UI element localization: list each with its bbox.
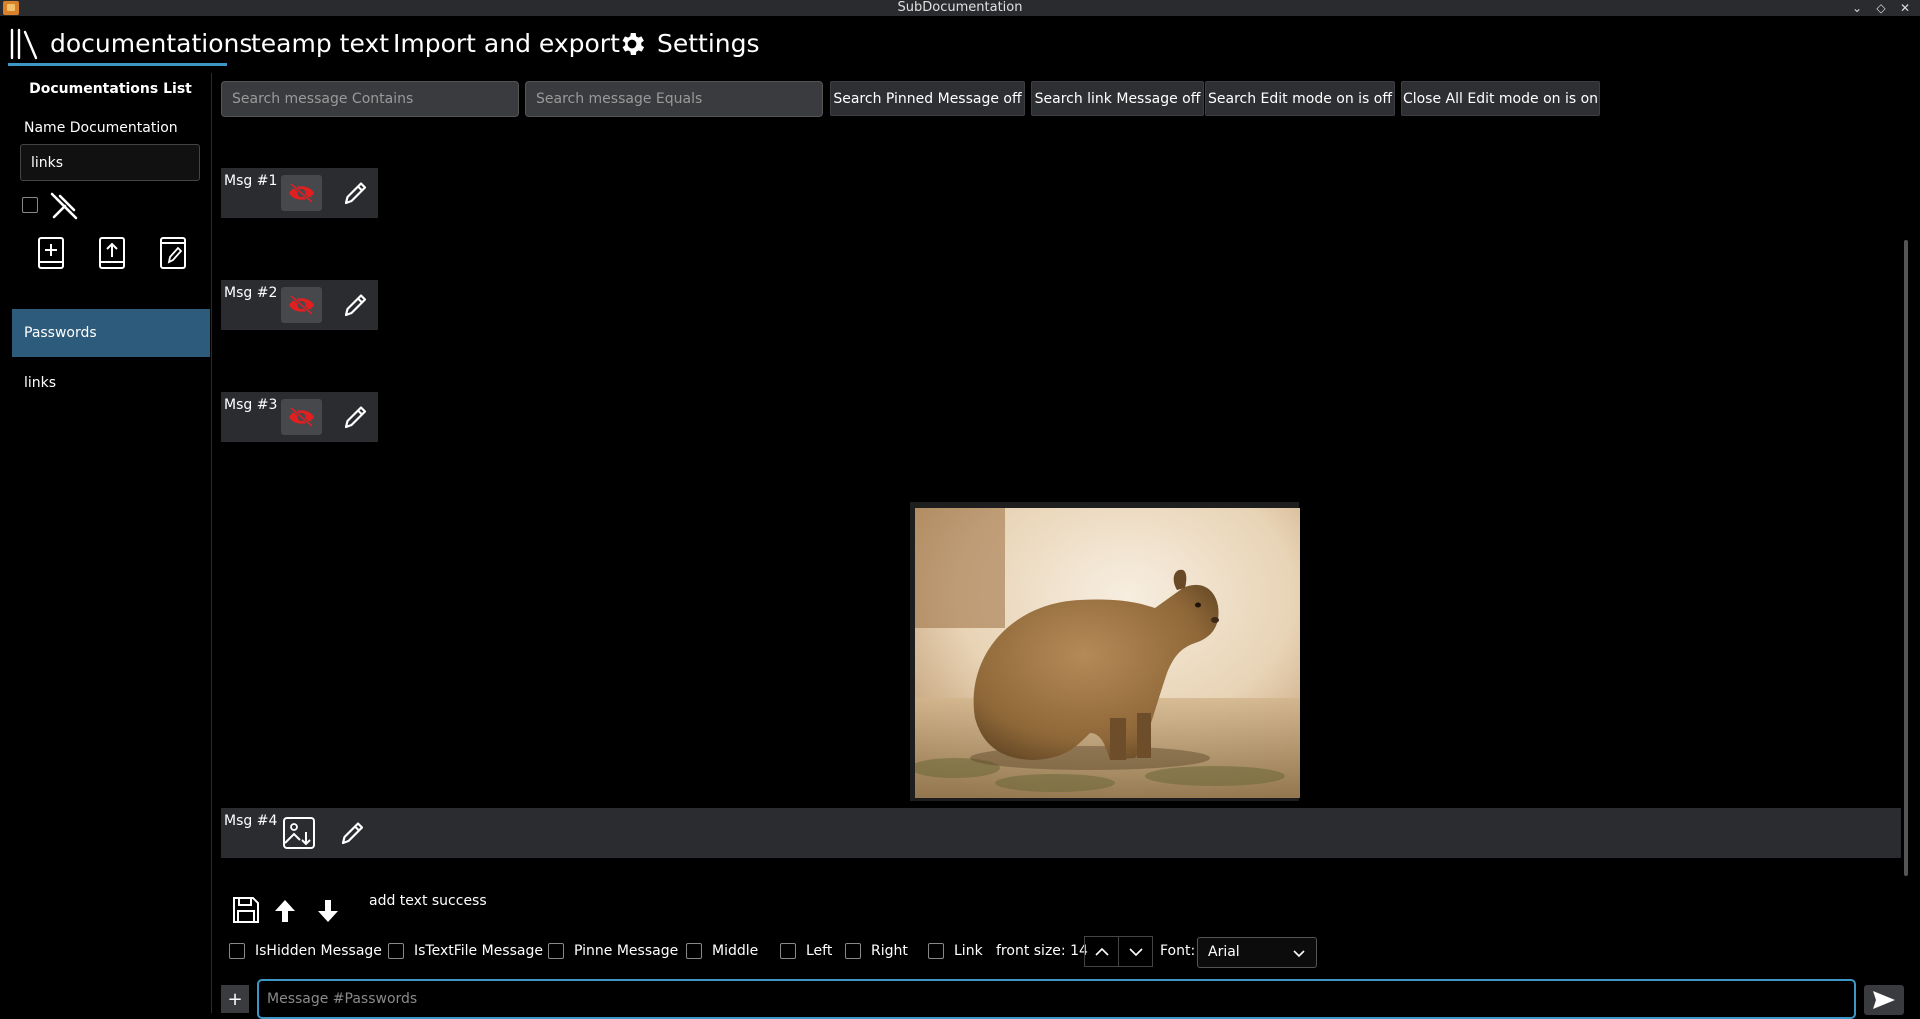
option-pinne[interactable]: Pinne Message [548,941,678,961]
message-label: Msg #2 [224,285,278,301]
sidebar-title: Documentations List [29,81,192,97]
hide-message-button[interactable] [281,399,322,435]
active-tab-indicator [8,63,227,66]
pin-filter-checkbox[interactable] [22,197,38,213]
tab-import-export[interactable]: Import and export [393,24,620,64]
eye-off-icon [289,406,314,428]
message-card: Msg #3 [221,392,378,442]
option-middle[interactable]: Middle [686,941,758,961]
eye-off-icon [289,182,314,204]
option-link[interactable]: Link [928,941,983,961]
messages-scrollbar[interactable] [1904,240,1908,876]
message-input[interactable] [257,979,1856,1019]
name-documentation-input[interactable] [20,144,200,181]
font-select-value: Arial [1208,944,1240,960]
name-documentation-label: Name Documentation [24,120,178,136]
search-equals-input[interactable] [525,81,823,117]
middle-checkbox[interactable] [686,943,702,959]
option-left[interactable]: Left [780,941,832,961]
option-is-hidden[interactable]: IsHidden Message [229,941,382,961]
window-title: SubDocumentation [897,0,1023,15]
message-label: Msg #1 [224,173,278,189]
minimize-icon[interactable]: ⌄ [1849,0,1865,16]
option-right[interactable]: Right [845,941,908,961]
add-documentation-icon[interactable] [36,236,66,270]
pencil-icon [344,294,367,317]
tab-settings[interactable]: Settings [617,24,760,64]
font-size-label: front size: 14 [996,943,1088,959]
sidebar-item-passwords[interactable]: Passwords [12,309,210,357]
option-label: IsTextFile Message [414,943,543,959]
option-label: Link [954,943,983,959]
edit-message-button[interactable] [338,818,366,848]
chevron-up-icon [1094,947,1109,956]
is-textfile-checkbox[interactable] [388,943,404,959]
message-label: Msg #3 [224,397,278,413]
hide-message-button[interactable] [281,287,322,323]
left-checkbox[interactable] [780,943,796,959]
message-card: Msg #1 [221,168,378,218]
status-text: add text success [369,893,487,909]
upload-documentation-icon[interactable] [97,236,127,270]
edit-message-button[interactable] [341,178,369,208]
tab-teamp-text[interactable]: teamp text [251,24,389,64]
is-hidden-checkbox[interactable] [229,943,245,959]
right-checkbox[interactable] [845,943,861,959]
maximize-icon[interactable]: ◇ [1873,0,1889,16]
option-label: Middle [712,943,759,959]
add-attachment-button[interactable]: + [221,985,249,1013]
link-checkbox[interactable] [928,943,944,959]
font-size-down-button[interactable] [1118,936,1153,967]
chevron-down-icon [1293,950,1305,958]
option-is-textfile[interactable]: IsTextFile Message [388,941,543,961]
gear-icon [622,33,645,55]
library-icon [10,28,38,60]
pencil-icon [344,182,367,205]
close-all-edit-mode-button[interactable]: Close All Edit mode on is on [1401,81,1600,116]
eye-off-icon [289,294,314,316]
search-contains-input[interactable] [221,81,519,117]
chevron-down-icon [1128,947,1143,956]
message-card: Msg #4 [221,808,1901,858]
edit-message-button[interactable] [341,402,369,432]
edit-documentation-icon[interactable] [158,236,188,270]
option-label: Left [806,943,833,959]
edit-message-button[interactable] [341,290,369,320]
message-card: Msg #2 [221,280,378,330]
message-label: Msg #4 [224,813,278,829]
tab-label: Settings [657,29,760,58]
font-size-up-button[interactable] [1084,936,1119,967]
arrow-up-icon[interactable] [273,898,297,924]
sidebar [0,73,212,1013]
option-label: Pinne Message [574,943,679,959]
tab-label: Import and export [393,29,620,58]
unpin-icon[interactable] [48,190,80,222]
pinne-checkbox[interactable] [548,943,564,959]
option-label: IsHidden Message [255,943,382,959]
capybara-image [915,508,1300,798]
image-download-icon [283,817,315,849]
tab-documentations[interactable]: documentations [8,24,252,64]
font-select[interactable]: Arial [1197,937,1317,968]
send-button[interactable] [1864,985,1904,1015]
tab-label: teamp text [251,29,390,58]
font-label: Font: [1160,943,1196,959]
search-edit-mode-button[interactable]: Search Edit mode on is off [1205,81,1395,116]
send-icon [1873,991,1895,1009]
tab-label: documentations [50,29,253,58]
arrow-down-icon[interactable] [316,898,340,924]
download-image-button[interactable] [281,815,317,851]
hide-message-button[interactable] [281,175,322,211]
pencil-icon [344,406,367,429]
pencil-icon [341,822,364,845]
search-link-button[interactable]: Search link Message off [1031,81,1204,116]
search-pinned-button[interactable]: Search Pinned Message off [830,81,1025,116]
save-icon[interactable] [230,894,262,926]
option-label: Right [871,943,908,959]
sidebar-item-links[interactable]: links [12,359,210,407]
close-icon[interactable]: ✕ [1897,0,1913,16]
